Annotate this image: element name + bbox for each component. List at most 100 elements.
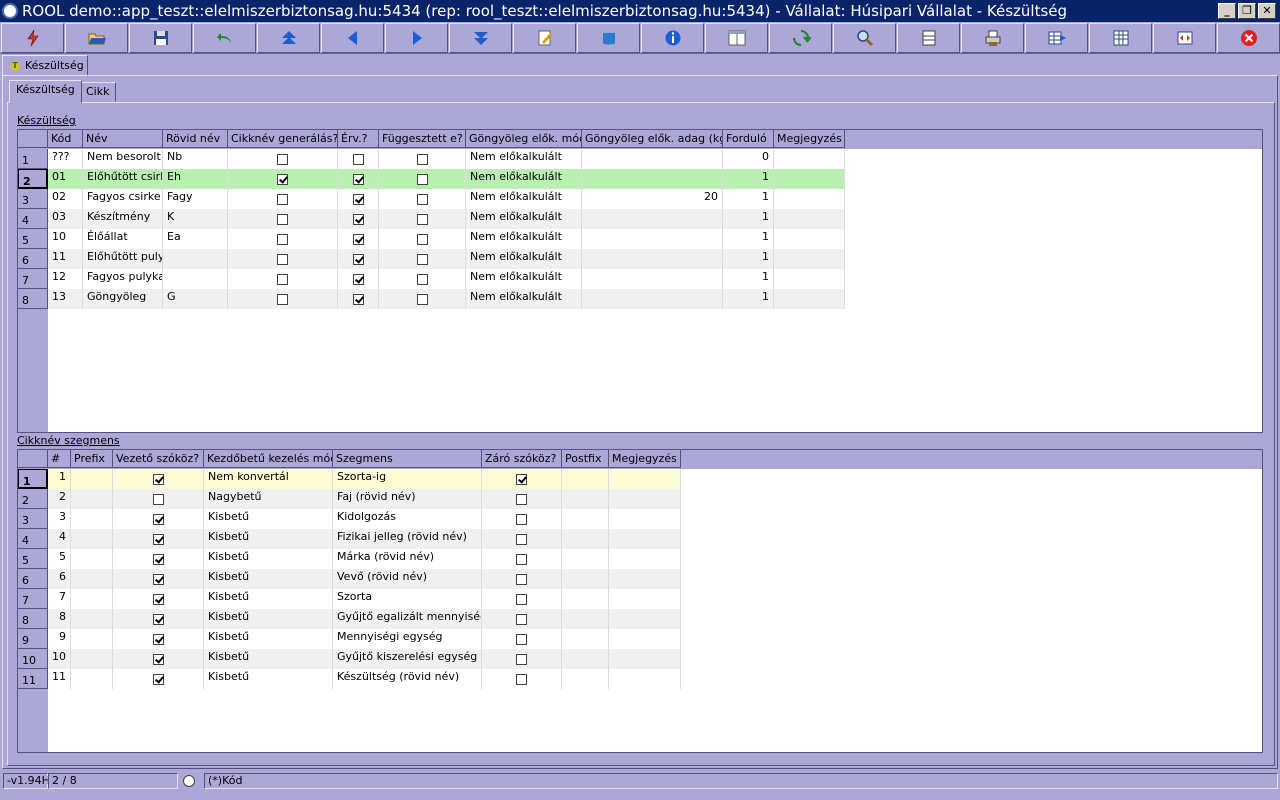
- table-cell-megj[interactable]: [609, 649, 681, 669]
- row-header[interactable]: 7: [18, 269, 48, 289]
- sort-radio[interactable]: [183, 775, 195, 787]
- table-cell-vez[interactable]: [113, 629, 204, 649]
- table-cell-num[interactable]: 4: [48, 529, 71, 549]
- table-row[interactable]: 6 Kisbetű Vevő (rövid név): [48, 569, 681, 589]
- table-cell-erv[interactable]: [338, 209, 379, 229]
- table-cell-mod[interactable]: Kisbetű: [204, 589, 333, 609]
- table-cell-szeg[interactable]: Szorta: [333, 589, 482, 609]
- checkbox[interactable]: [153, 654, 164, 665]
- checkbox[interactable]: [153, 634, 164, 645]
- checkbox[interactable]: [277, 174, 288, 185]
- table-cell-kod[interactable]: 02: [48, 189, 83, 209]
- table-cell-rovid[interactable]: K: [163, 209, 228, 229]
- checkbox[interactable]: [353, 194, 364, 205]
- table-cell-prefix[interactable]: [71, 589, 113, 609]
- table-cell-nev[interactable]: Nem besorolt: [83, 149, 163, 169]
- column-header[interactable]: Kód: [48, 130, 83, 148]
- tab-keszultseg-form[interactable]: T Készültség: [2, 55, 88, 77]
- column-header[interactable]: Postfix: [562, 450, 609, 468]
- checkbox[interactable]: [516, 634, 527, 645]
- table-cell-post[interactable]: [562, 609, 609, 629]
- exit-button[interactable]: [1217, 23, 1280, 53]
- column-header[interactable]: Göngyöleg elők. mód: [466, 130, 582, 148]
- checkbox[interactable]: [277, 234, 288, 245]
- table-cell-zaro[interactable]: [482, 469, 562, 489]
- table-cell-mod[interactable]: Kisbetű: [204, 509, 333, 529]
- table-cell-num[interactable]: 1: [48, 469, 71, 489]
- checkbox[interactable]: [516, 554, 527, 565]
- table-cell-fordulo[interactable]: 1: [723, 189, 774, 209]
- checkbox[interactable]: [277, 254, 288, 265]
- table-cell-vez[interactable]: [113, 529, 204, 549]
- table-cell-mod[interactable]: Kisbetű: [204, 549, 333, 569]
- table-cell-megj[interactable]: [609, 529, 681, 549]
- table-row[interactable]: 11Előhűtött pulyka Nem előkalkulált 1: [48, 249, 845, 269]
- column-header[interactable]: Prefix: [71, 450, 113, 468]
- table-cell-kod[interactable]: 03: [48, 209, 83, 229]
- column-header[interactable]: Záró szóköz?: [482, 450, 562, 468]
- column-header[interactable]: Rövid név: [163, 130, 228, 148]
- fit-screen-button[interactable]: [1153, 23, 1216, 53]
- checkbox[interactable]: [277, 274, 288, 285]
- checkbox[interactable]: [353, 154, 364, 165]
- checkbox[interactable]: [153, 514, 164, 525]
- checkbox[interactable]: [353, 254, 364, 265]
- grid-settings-button[interactable]: [1089, 23, 1152, 53]
- table-cell-szeg[interactable]: Faj (rövid név): [333, 489, 482, 509]
- table-cell-adag[interactable]: 20: [582, 189, 723, 209]
- table-cell-zaro[interactable]: [482, 549, 562, 569]
- row-header[interactable]: 8: [18, 289, 48, 309]
- table-cell-mod[interactable]: Nagybetű: [204, 489, 333, 509]
- last-record-button[interactable]: [449, 23, 512, 53]
- table-cell-prefix[interactable]: [71, 649, 113, 669]
- checkbox[interactable]: [153, 474, 164, 485]
- table-cell-vez[interactable]: [113, 649, 204, 669]
- table-row[interactable]: 8 Kisbetű Gyűjtő egalizált mennyiség: [48, 609, 681, 629]
- table-cell-adag[interactable]: [582, 269, 723, 289]
- table-cell-fugg[interactable]: [379, 289, 466, 309]
- table-cell-megj[interactable]: [774, 229, 845, 249]
- checkbox[interactable]: [417, 154, 428, 165]
- checkbox[interactable]: [153, 594, 164, 605]
- table-cell-fugg[interactable]: [379, 269, 466, 289]
- table-cell-megj[interactable]: [609, 549, 681, 569]
- checkbox[interactable]: [516, 494, 527, 505]
- checkbox[interactable]: [516, 674, 527, 685]
- open-folder-button[interactable]: [65, 23, 128, 53]
- table-cell-prefix[interactable]: [71, 489, 113, 509]
- table-cell-erv[interactable]: [338, 149, 379, 169]
- database-button[interactable]: [577, 23, 640, 53]
- refresh-button[interactable]: [769, 23, 832, 53]
- row-header[interactable]: 1: [18, 469, 48, 489]
- table-cell-mod[interactable]: Kisbetű: [204, 569, 333, 589]
- table-cell-erv[interactable]: [338, 269, 379, 289]
- checkbox[interactable]: [353, 214, 364, 225]
- table-cell-nev[interactable]: Göngyöleg: [83, 289, 163, 309]
- table-cell-fordulo[interactable]: 0: [723, 149, 774, 169]
- table-row[interactable]: 7 Kisbetű Szorta: [48, 589, 681, 609]
- table-cell-prefix[interactable]: [71, 669, 113, 689]
- table-row[interactable]: 5 Kisbetű Márka (rövid név): [48, 549, 681, 569]
- row-header[interactable]: 6: [18, 569, 48, 589]
- table-cell-mod[interactable]: Nem konvertál: [204, 469, 333, 489]
- checkbox[interactable]: [417, 214, 428, 225]
- table-cell-zaro[interactable]: [482, 669, 562, 689]
- row-header[interactable]: 3: [18, 509, 48, 529]
- table-cell-mod[interactable]: Nem előkalkulált: [466, 229, 582, 249]
- table-cell-gen[interactable]: [228, 269, 338, 289]
- table-cell-mod[interactable]: Nem előkalkulált: [466, 289, 582, 309]
- table-cell-megj[interactable]: [609, 589, 681, 609]
- row-header[interactable]: 1: [18, 149, 48, 169]
- table-cell-megj[interactable]: [774, 149, 845, 169]
- row-header[interactable]: 8: [18, 609, 48, 629]
- checkbox[interactable]: [353, 294, 364, 305]
- column-header[interactable]: Kezdőbetű kezelés mód: [204, 450, 333, 468]
- table-row[interactable]: 10 KisbetűGyűjtő kiszerelési egység kód: [48, 649, 681, 669]
- checkbox[interactable]: [417, 254, 428, 265]
- table-cell-prefix[interactable]: [71, 549, 113, 569]
- table-cell-erv[interactable]: [338, 229, 379, 249]
- table-cell-gen[interactable]: [228, 209, 338, 229]
- table-cell-megj[interactable]: [774, 189, 845, 209]
- column-header[interactable]: Megjegyzés: [609, 450, 681, 468]
- row-header[interactable]: 5: [18, 229, 48, 249]
